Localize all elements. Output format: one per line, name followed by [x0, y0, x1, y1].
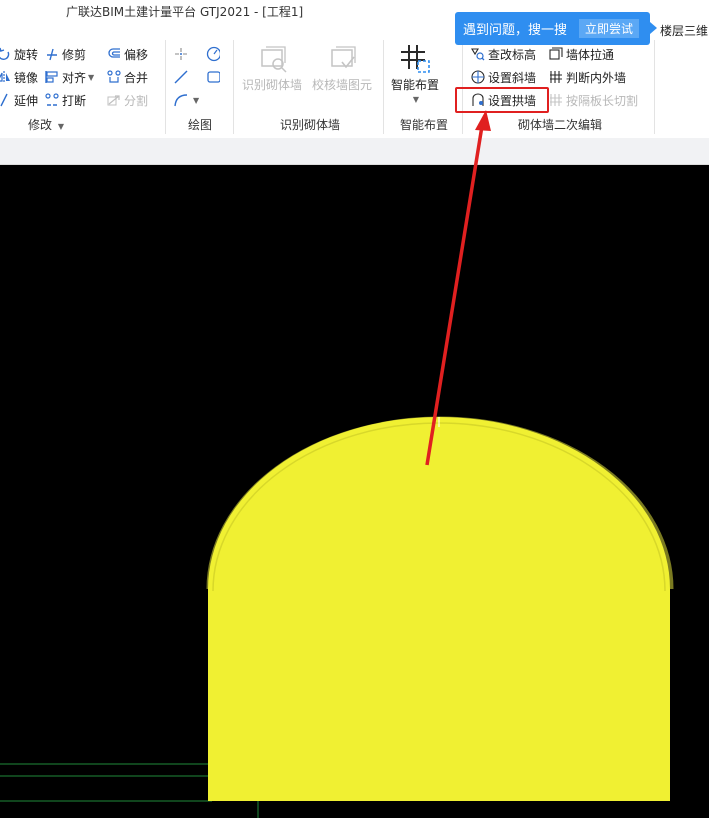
- annotation-arrow-line: [425, 125, 484, 466]
- annotation-arrow-head: [475, 110, 491, 131]
- annotation-arrow-layer: [425, 110, 491, 466]
